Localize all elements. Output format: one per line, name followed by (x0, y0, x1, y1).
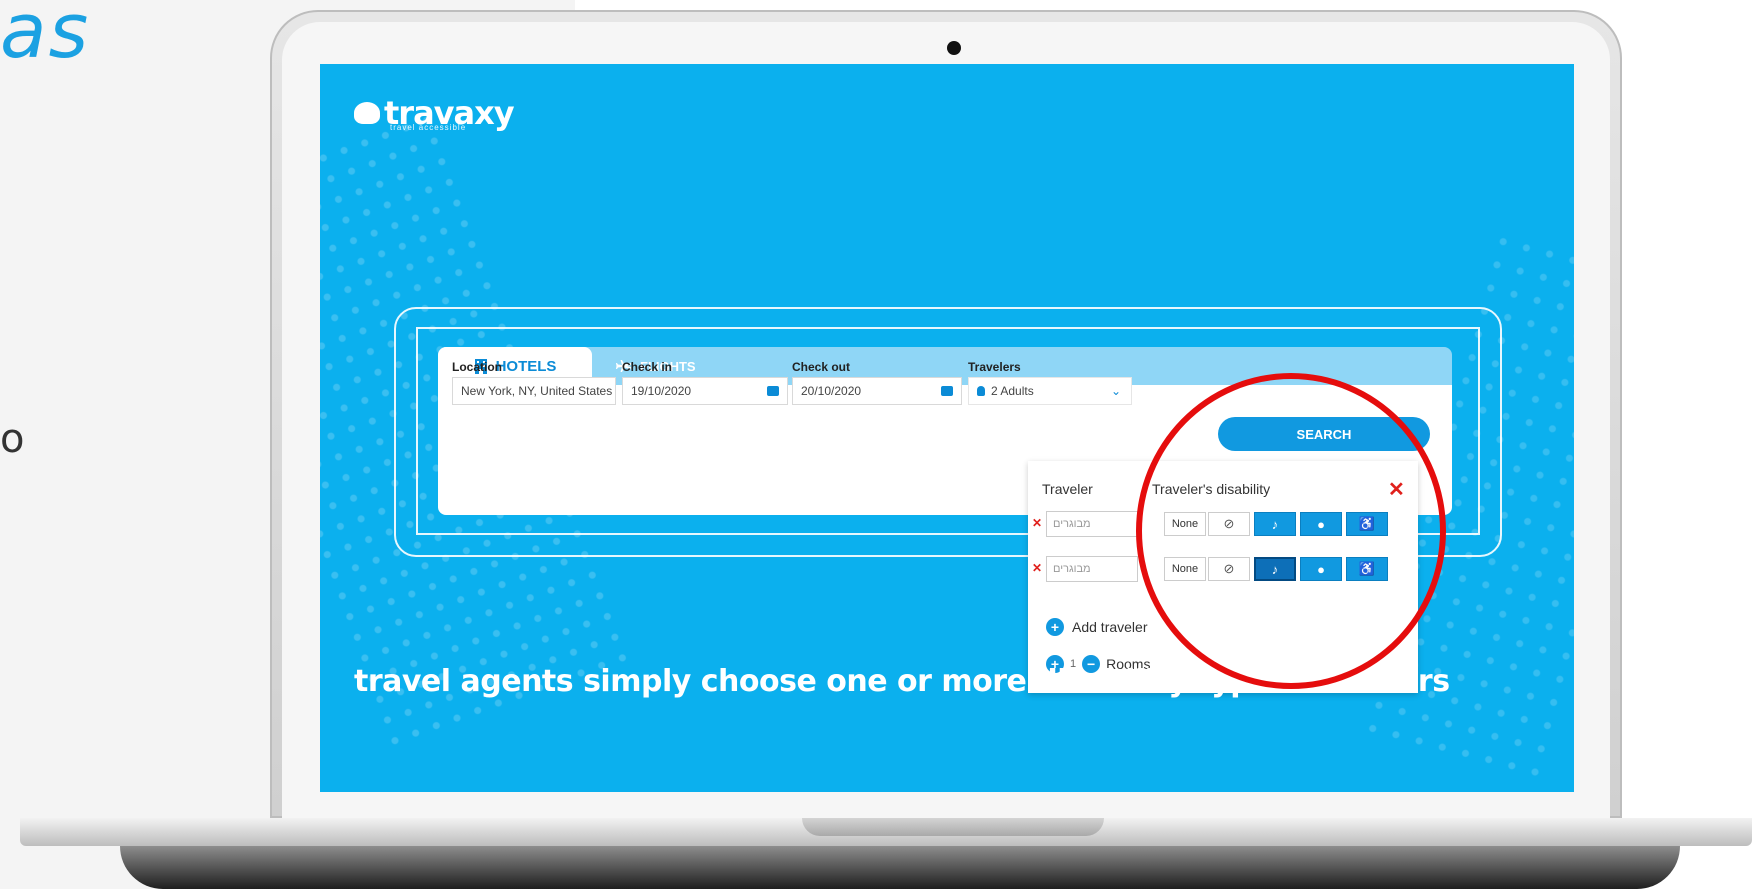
location-value: New York, NY, United States (461, 384, 613, 398)
laptop-base-shadow (120, 846, 1680, 889)
location-input[interactable]: New York, NY, United States (452, 377, 616, 405)
location-label: Location (452, 360, 502, 374)
checkout-value: 20/10/2020 (801, 384, 862, 398)
traveler-type-value: מבוגרים (1053, 518, 1091, 530)
person-icon (977, 386, 985, 396)
webcam-icon (947, 41, 961, 55)
travelers-label: Travelers (968, 360, 1021, 374)
tab-hotels-label: HOTELS (495, 357, 557, 375)
left-fragment: o (0, 416, 25, 462)
travelers-value: 2 Adults (991, 384, 1034, 398)
traveler-type-value: מבוגרים (1053, 563, 1091, 575)
remove-traveler-icon[interactable]: ✕ (1032, 516, 1042, 530)
traveler-type-input[interactable]: מבוגרים (1046, 556, 1138, 582)
add-traveler-button[interactable]: + Add traveler (1046, 618, 1147, 636)
checkin-label: Check in (622, 360, 673, 374)
traveler-type-input[interactable]: מבוגרים (1046, 511, 1138, 537)
logo-mark-icon (354, 102, 380, 124)
highlight-circle (1136, 373, 1446, 689)
calendar-icon[interactable] (941, 386, 953, 396)
checkout-label: Check out (792, 360, 851, 374)
remove-traveler-icon[interactable]: ✕ (1032, 561, 1042, 575)
laptop-notch (802, 818, 1104, 836)
add-traveler-label: Add traveler (1072, 619, 1148, 635)
left-heading: as (0, 0, 91, 75)
logo-tagline: travel accessible (390, 123, 467, 132)
calendar-icon[interactable] (767, 386, 779, 396)
chevron-down-icon[interactable]: ⌄ (1111, 384, 1121, 398)
checkin-input[interactable]: 19/10/2020 (622, 377, 788, 405)
checkout-input[interactable]: 20/10/2020 (792, 377, 962, 405)
checkin-value: 19/10/2020 (631, 384, 692, 398)
traveler-column-header: Traveler (1042, 481, 1093, 497)
travelers-select[interactable]: 2 Adults ⌄ (968, 377, 1132, 405)
plus-icon: + (1046, 618, 1064, 636)
